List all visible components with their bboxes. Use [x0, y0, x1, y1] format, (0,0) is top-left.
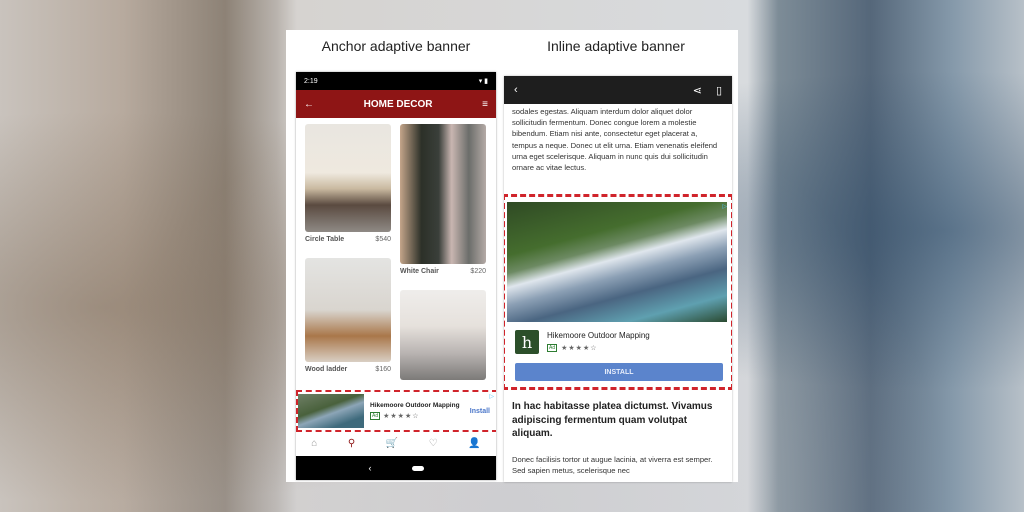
inline-banner-ad[interactable]: ▷ h Hikemoore Outdoor Mapping Ad ★★★★☆ I… [504, 194, 732, 390]
ad-title: Hikemoore Outdoor Mapping [370, 402, 460, 409]
back-arrow-icon[interactable]: ← [304, 99, 314, 110]
install-link[interactable]: Install [470, 408, 490, 415]
product-price: $220 [470, 268, 486, 275]
star-rating: ★★★★☆ [383, 413, 420, 420]
product-card[interactable] [400, 290, 486, 380]
status-bar: 2:19 ▾ ▮ [296, 72, 496, 90]
search-icon[interactable]: ⚲ [348, 438, 355, 449]
status-time: 2:19 [304, 77, 318, 85]
home-pill-icon[interactable] [411, 465, 424, 471]
inline-phone: ‹ ⋖ ▯ sodales egestas. Aliquam interdum … [504, 76, 732, 482]
inline-caption: Inline adaptive banner [547, 38, 685, 54]
product-card[interactable]: White Chair $220 [400, 124, 486, 275]
adchoices-icon[interactable]: ▷ [722, 203, 727, 210]
comparison-card: Anchor adaptive banner Inline adaptive b… [286, 30, 738, 482]
home-icon[interactable]: ⌂ [311, 438, 317, 449]
app-bar: ← HOME DECOR ≡ [296, 90, 496, 118]
star-rating: ★★★★☆ [561, 345, 598, 352]
article-paragraph: sodales egestas. Aliquam interdum dolor … [512, 107, 718, 173]
filter-icon[interactable]: ≡ [482, 99, 488, 110]
anchor-phone: 2:19 ▾ ▮ ← HOME DECOR ≡ Circle Table $540… [296, 72, 496, 480]
ad-title: Hikemoore Outdoor Mapping [547, 331, 650, 340]
install-button[interactable]: INSTALL [515, 363, 723, 381]
article-heading: In hac habitasse platea dictumst. Vivamu… [512, 401, 713, 439]
anchor-banner-ad[interactable]: Hikemoore Outdoor Mapping Ad ★★★★☆ Insta… [296, 390, 496, 432]
product-name: Circle Table [305, 236, 345, 243]
back-chevron-icon[interactable]: ‹ [514, 84, 518, 96]
product-image [305, 124, 391, 232]
ad-hero-image [507, 202, 727, 322]
ad-thumbnail [298, 394, 364, 428]
product-grid: Circle Table $540 White Chair $220 Wood la… [296, 118, 496, 380]
product-name: White Chair [400, 268, 439, 275]
cart-icon[interactable]: 🛒 [386, 438, 398, 449]
bookmark-icon[interactable]: ▯ [716, 84, 722, 97]
system-nav-bar: ‹ [296, 456, 496, 480]
product-image [400, 290, 486, 380]
anchor-caption: Anchor adaptive banner [321, 38, 471, 54]
adchoices-icon[interactable]: ▷ [489, 393, 494, 400]
heart-icon[interactable]: ♡ [429, 438, 438, 449]
product-price: $540 [375, 236, 391, 243]
product-price: $160 [375, 366, 391, 373]
article-paragraph: Donec facilisis tortor ut augue lacinia,… [512, 455, 713, 476]
system-back-icon[interactable]: ‹ [369, 463, 372, 473]
app-logo-icon: h [515, 330, 539, 354]
status-icons: ▾ ▮ [478, 78, 488, 85]
product-image [400, 124, 486, 264]
share-icon[interactable]: ⋖ [693, 84, 702, 97]
ad-badge: Ad [370, 412, 381, 420]
article-toolbar: ‹ ⋖ ▯ [504, 76, 732, 104]
product-card[interactable]: Wood ladder $160 [305, 258, 391, 373]
product-name: Wood ladder [305, 366, 348, 373]
app-title: HOME DECOR [363, 98, 433, 110]
product-image [305, 258, 391, 362]
person-icon[interactable]: 👤 [468, 438, 480, 449]
bottom-navigation: ⌂ ⚲ 🛒 ♡ 👤 [296, 432, 496, 454]
ad-badge: Ad [547, 344, 558, 352]
product-card[interactable]: Circle Table $540 [305, 124, 391, 243]
